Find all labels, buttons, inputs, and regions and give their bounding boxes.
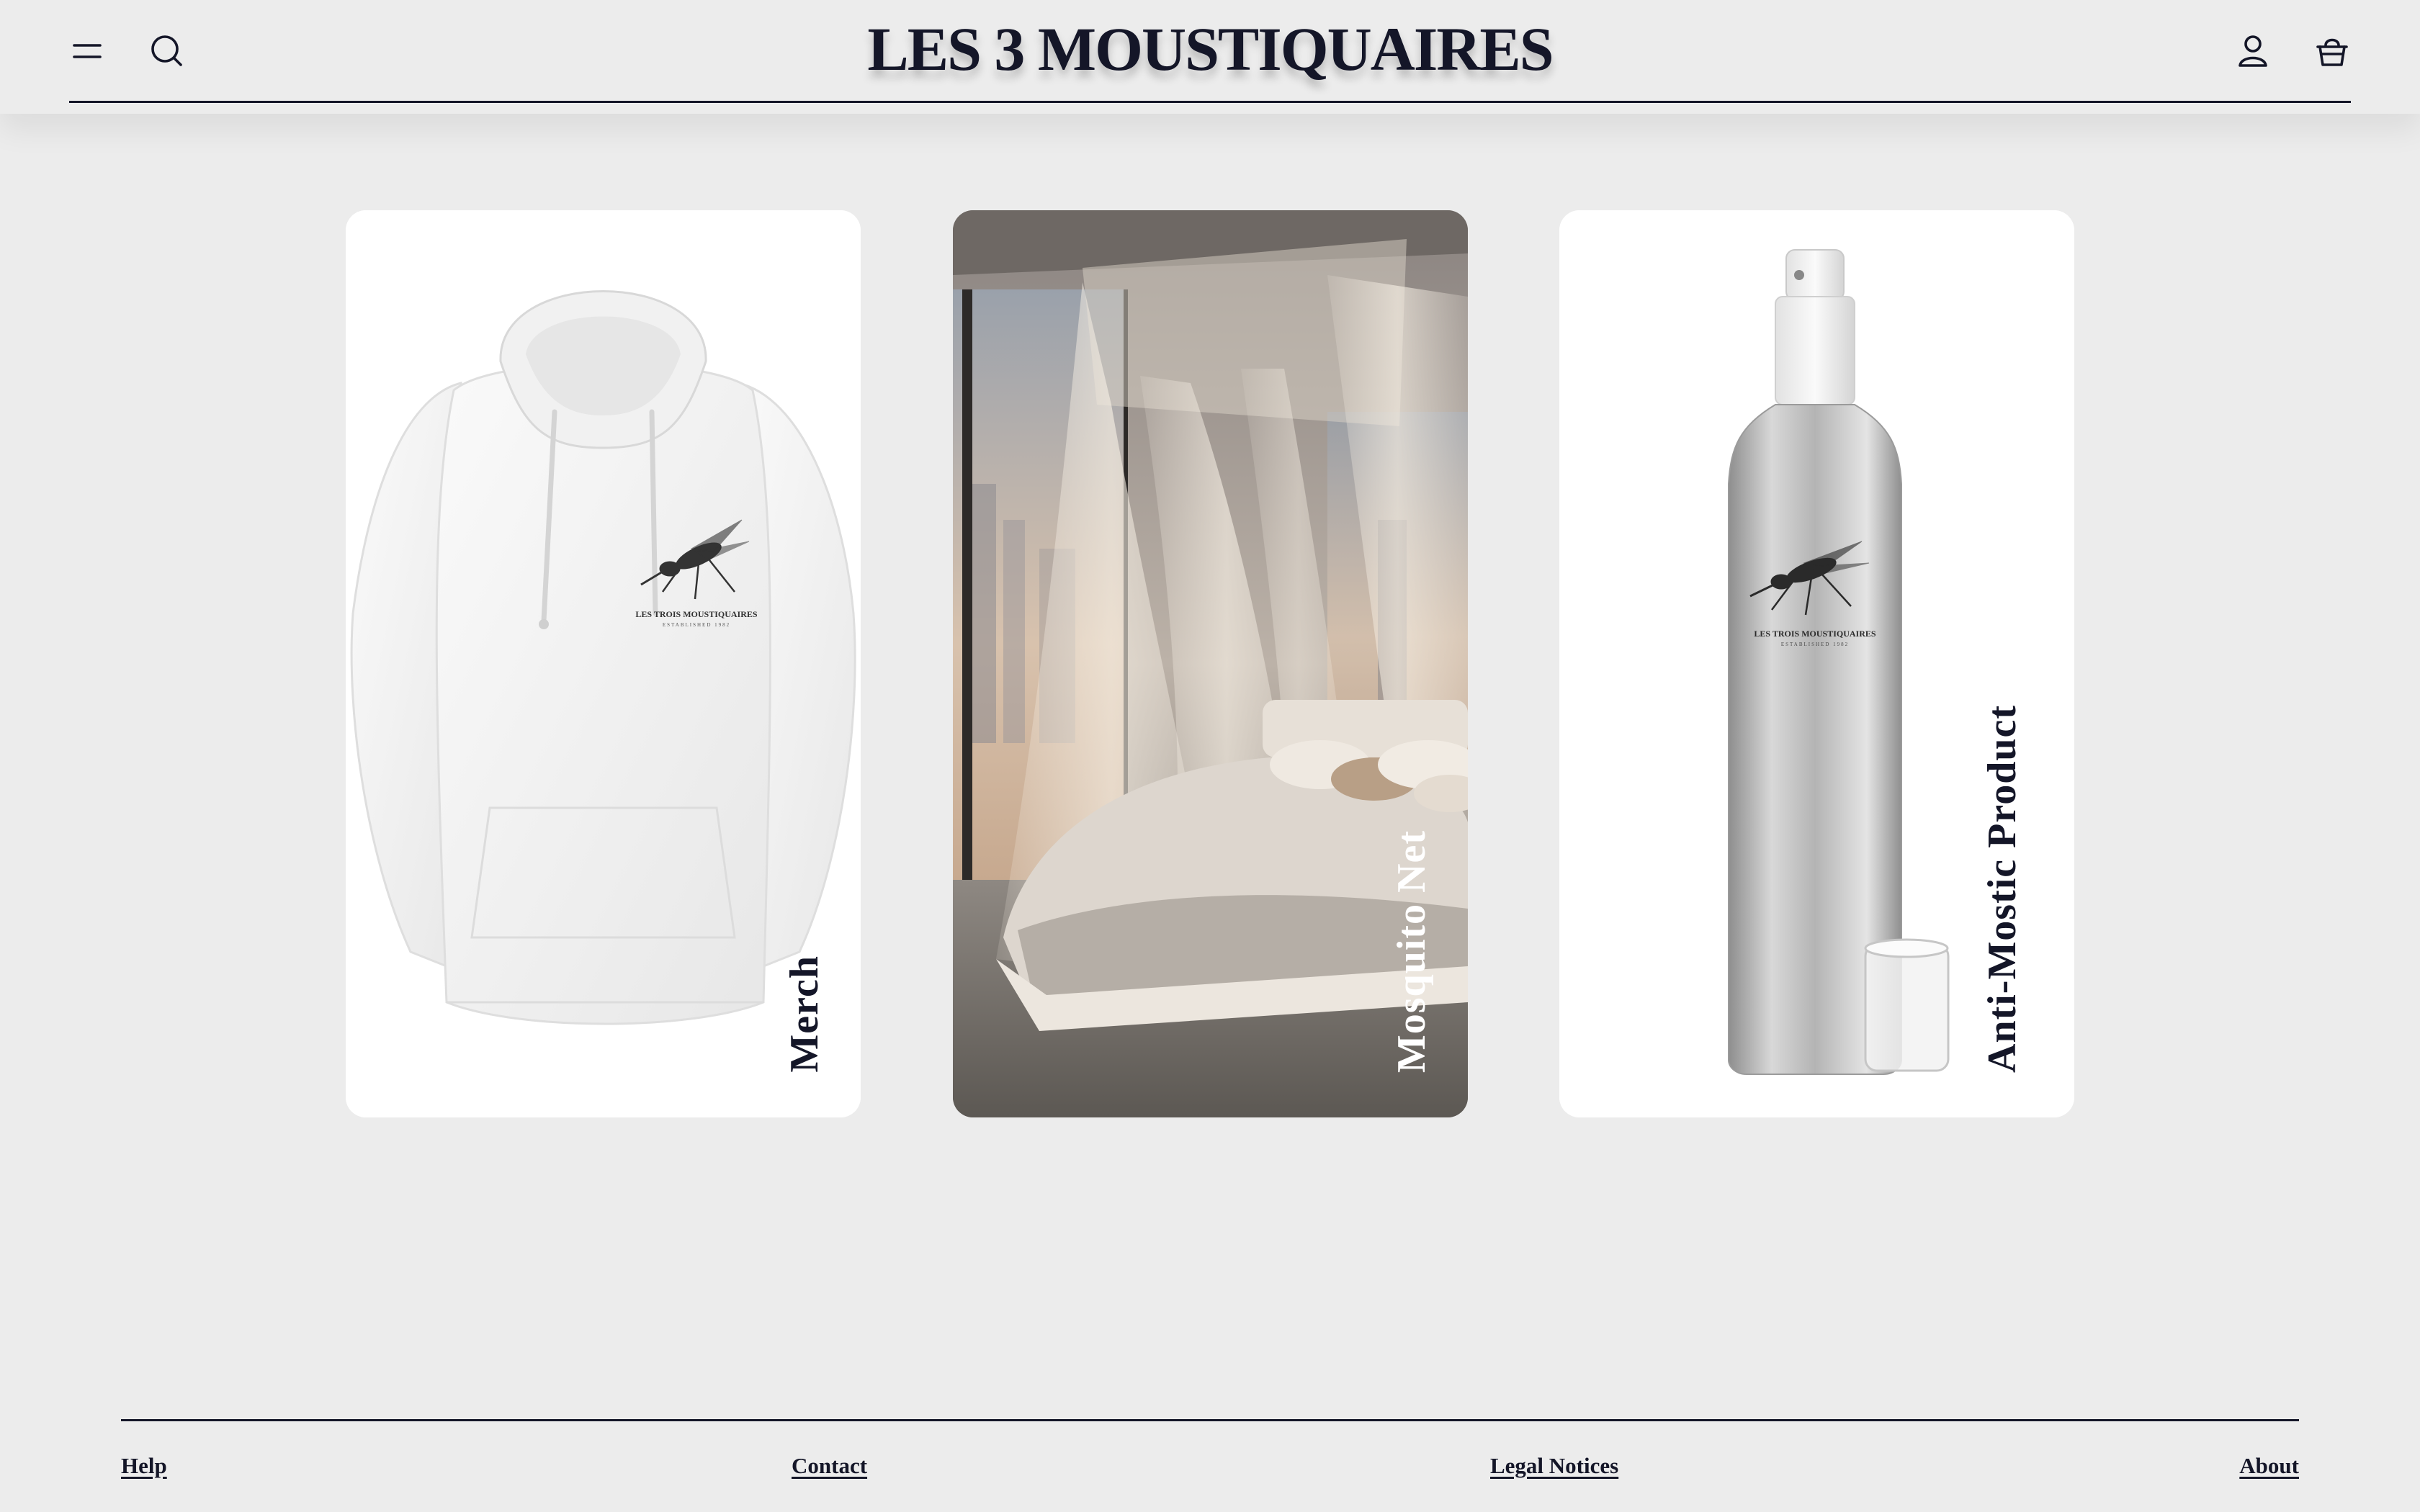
footer-link-help[interactable]: Help (121, 1453, 167, 1479)
footer-link-legal-notices[interactable]: Legal Notices (1490, 1453, 1618, 1479)
bottle-logo-tagline: ESTABLISHED 1982 (1781, 642, 1849, 647)
brand-logo[interactable]: LES 3 MOUSTIQUAIRES (0, 13, 2420, 85)
footer-link-contact[interactable]: Contact (792, 1453, 867, 1479)
category-card-merch[interactable]: LES TROIS MOUSTIQUAIRES ESTABLISHED 1982… (346, 210, 861, 1117)
bottle-logo-text: LES TROIS MOUSTIQUAIRES (1754, 629, 1876, 639)
user-icon[interactable] (2227, 25, 2279, 77)
header-divider (69, 101, 2351, 103)
footer-link-about[interactable]: About (2239, 1453, 2299, 1479)
hoodie-logo-text: LES TROIS MOUSTIQUAIRES (635, 609, 757, 619)
category-card-mosquito-net[interactable]: Mosquito Net (953, 210, 1468, 1117)
basket-icon[interactable] (2306, 25, 2358, 77)
category-label-anti-mostic-product: Anti-Mostic Product (1980, 705, 2025, 1073)
category-label-mosquito-net: Mosquito Net (1389, 829, 1434, 1073)
site-header: LES 3 MOUSTIQUAIRES (0, 0, 2420, 114)
footer-divider (121, 1419, 2299, 1421)
hoodie-logo-tagline: ESTABLISHED 1982 (663, 622, 730, 628)
category-label-merch: Merch (782, 955, 827, 1073)
category-card-anti-mostic-product[interactable]: LES TROIS MOUSTIQUAIRES ESTABLISHED 1982… (1559, 210, 2074, 1117)
